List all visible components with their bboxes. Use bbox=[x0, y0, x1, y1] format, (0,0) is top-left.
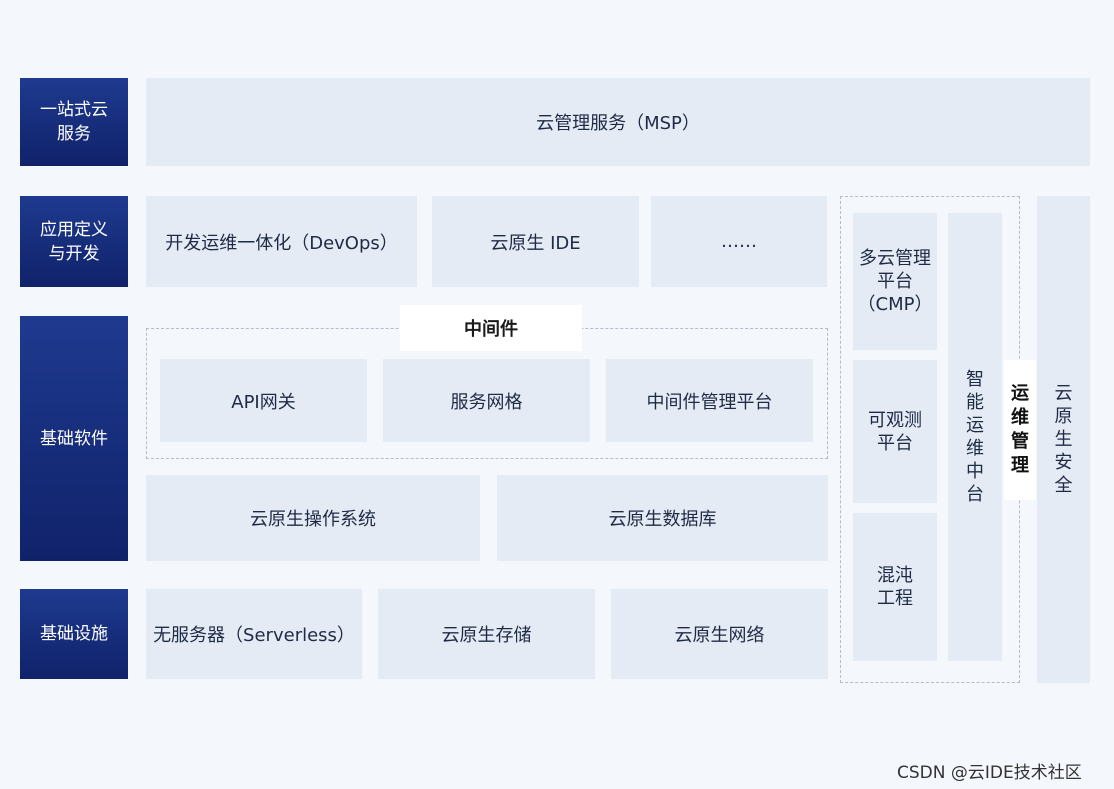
middleware-platform-box: 中间件管理平台 bbox=[606, 359, 813, 442]
chaos-engineering-box: 混沌 工程 bbox=[853, 513, 937, 661]
cloud-native-ide-box: 云原生 IDE bbox=[432, 196, 639, 287]
service-mesh-box: 服务网格 bbox=[383, 359, 590, 442]
cloud-native-security-box: 云 原 生 安 全 bbox=[1037, 196, 1090, 683]
layer-app-definition-development: 应用定义 与开发 bbox=[20, 196, 128, 287]
devops-box: 开发运维一体化（DevOps） bbox=[146, 196, 417, 287]
layer-base-software: 基础软件 bbox=[20, 316, 128, 561]
cloud-native-network-box: 云原生网络 bbox=[611, 589, 828, 679]
cloud-native-database-box: 云原生数据库 bbox=[497, 475, 828, 561]
aiops-center-box: 智 能 运 维 中 台 bbox=[948, 213, 1002, 661]
middleware-label: 中间件 bbox=[400, 305, 582, 351]
cloud-native-os-box: 云原生操作系统 bbox=[146, 475, 480, 561]
cloud-native-storage-box: 云原生存储 bbox=[378, 589, 595, 679]
multi-cloud-platform-box: 多云管理 平台 （CMP） bbox=[853, 213, 937, 350]
more-ellipsis-box: …… bbox=[651, 196, 827, 287]
api-gateway-box: API网关 bbox=[160, 359, 367, 442]
ops-management-label: 运 维 管 理 bbox=[1004, 360, 1036, 500]
observability-platform-box: 可观测 平台 bbox=[853, 360, 937, 503]
watermark: CSDN @云IDE技术社区 bbox=[897, 763, 1082, 783]
layer-one-stop-cloud-service: 一站式云 服务 bbox=[20, 78, 128, 166]
layer-infrastructure: 基础设施 bbox=[20, 589, 128, 679]
serverless-box: 无服务器（Serverless） bbox=[146, 589, 362, 679]
msp-box: 云管理服务（MSP） bbox=[146, 78, 1090, 166]
